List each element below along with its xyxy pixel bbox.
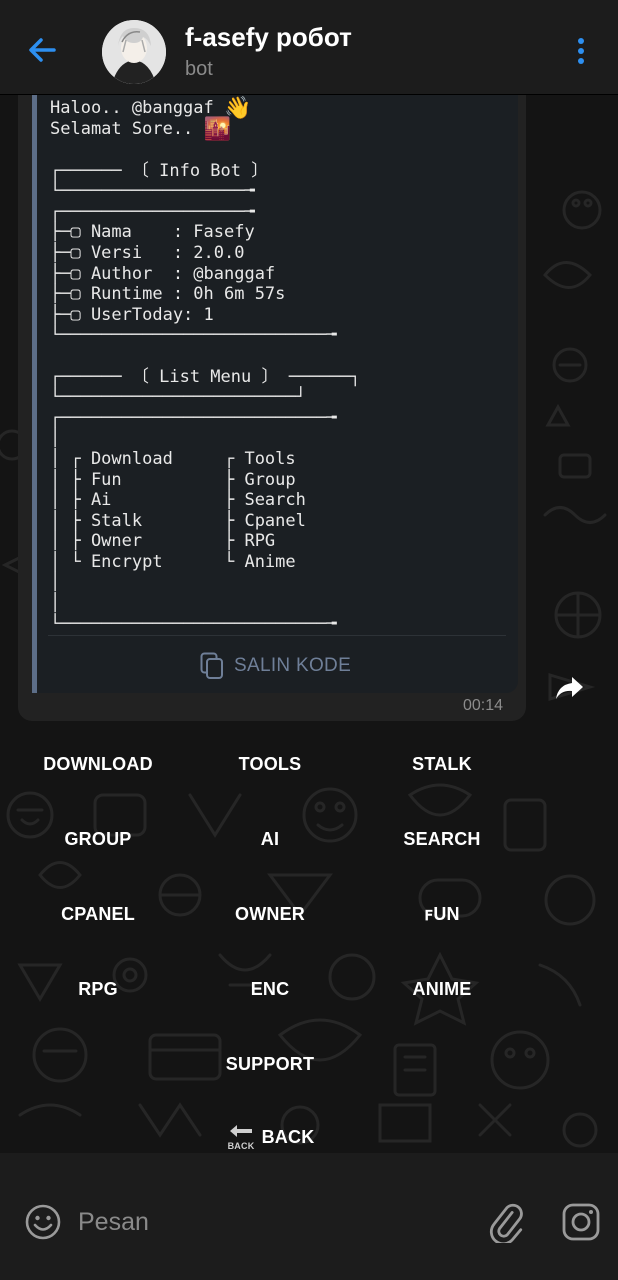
code-line-text: │ (50, 593, 61, 614)
code-line-text: Haloo.. @banggaf (50, 98, 224, 118)
kb-ai-button[interactable]: AI (170, 816, 370, 862)
kb-cpanel-button[interactable]: CPANEL (0, 891, 198, 937)
chat-subtitle: bot (185, 58, 213, 80)
code-line-text: ├─▢ UserToday: 1 (50, 304, 214, 325)
code-line (50, 346, 360, 367)
code-line: │ (50, 428, 360, 449)
code-line: │ (50, 572, 360, 593)
code-line: ├─▢ Versi : 2.0.0 (50, 243, 360, 264)
waving-hand-emoji: 👋 (224, 96, 252, 121)
code-line-text: └──────────────────╼ (50, 181, 255, 202)
kb-enc-button[interactable]: ENC (170, 966, 370, 1012)
copy-divider (48, 635, 506, 636)
bot-avatar[interactable] (102, 20, 166, 84)
more-vert-icon (578, 38, 584, 64)
instagram-camera-icon (562, 1203, 600, 1241)
code-line: │ (50, 593, 360, 614)
code-line-text: └───────────────────────┘ (50, 387, 306, 408)
code-line-text: ├─▢ Nama : Fasefy (50, 222, 255, 243)
message-time: 00:14 (463, 697, 504, 714)
kb-support-button[interactable]: SUPPORT (170, 1041, 370, 1087)
code-line-text: │ ┌ Download ┌ Tools (50, 448, 296, 469)
kb-tools-button[interactable]: TOOLS (170, 741, 370, 787)
code-line: ┌──────────────────╼ (50, 202, 360, 223)
kb-group-button[interactable]: GROUP (0, 816, 198, 862)
message-input[interactable] (78, 1201, 458, 1243)
code-line-text: │ ├ Owner ├ RPG (50, 531, 276, 552)
sunset-emoji: 🌇 (203, 117, 231, 142)
smiley-icon (25, 1204, 61, 1240)
copy-code-label: SALIN KODE (234, 655, 352, 676)
code-line: ├─▢ Runtime : 0h 6m 57s (50, 284, 360, 305)
copy-code-button[interactable]: SALIN KODE (200, 648, 351, 684)
attach-button[interactable] (486, 1201, 526, 1246)
code-line: │ ├ Fun ├ Group (50, 470, 360, 491)
code-line: └──────────────────────────╼ (50, 325, 360, 346)
forward-icon (556, 677, 583, 699)
code-line-text: ┌────── 〔 Info Bot 〕 (50, 160, 269, 181)
code-line: Selamat Sore.. 🌇 (50, 117, 360, 142)
code-line-text: └──────────────────────────╼ (50, 613, 337, 634)
message-input-bar (0, 1153, 618, 1280)
more-options-button[interactable] (566, 30, 596, 74)
back-emoji-icon: BACK (227, 1125, 254, 1151)
code-line-text: Selamat Sore.. (50, 119, 204, 139)
kb-search-button[interactable]: SEARCH (342, 816, 542, 862)
code-line: │ └ Encrypt └ Anime (50, 552, 360, 573)
code-line-text: │ (50, 428, 61, 449)
paperclip-icon (489, 1203, 523, 1246)
code-line: ├─▢ UserToday: 1 (50, 305, 360, 326)
code-line-text: │ (50, 572, 61, 593)
code-line: └──────────────────╼ (50, 181, 360, 202)
chat-header: f-asefy робот bot (0, 0, 618, 95)
code-text: Haloo.. @banggaf 👋 Selamat Sore.. 🌇 ┌────… (50, 98, 360, 634)
code-line: └───────────────────────┘ (50, 387, 360, 408)
kb-anime-button[interactable]: ANIME (342, 966, 542, 1012)
code-line: ┌──────────────────────────╼ (50, 408, 360, 429)
chat-title[interactable]: f-asefy робот (185, 22, 352, 53)
telegram-chat-screen: f-asefy робот bot Haloo.. @banggaf 👋 Sela… (0, 0, 618, 1280)
code-line (50, 140, 360, 161)
camera-button[interactable] (560, 1201, 602, 1243)
code-line: │ ├ Ai ├ Search (50, 490, 360, 511)
code-line-text: │ ├ Ai ├ Search (50, 490, 306, 511)
back-button[interactable] (20, 28, 64, 72)
avatar-image (102, 20, 166, 84)
back-emoji-text: BACK (227, 1141, 254, 1151)
code-line: ├─▢ Author : @banggaf (50, 264, 360, 285)
kb-fun-button[interactable]: ꜰUN (342, 891, 542, 937)
code-line: │ ┌ Download ┌ Tools (50, 449, 360, 470)
code-line-text: ├─▢ Versi : 2.0.0 (50, 242, 245, 263)
code-line-text: ┌──────────────────╼ (50, 201, 255, 222)
code-line-text: ├─▢ Author : @banggaf (50, 263, 276, 284)
code-line-text: │ ├ Fun ├ Group (50, 469, 296, 490)
code-line: ├─▢ Nama : Fasefy (50, 222, 360, 243)
code-line-text: │ └ Encrypt └ Anime (50, 551, 296, 572)
kb-download-button[interactable]: DOWNLOAD (0, 741, 198, 787)
code-line: │ ├ Stalk ├ Cpanel (50, 511, 360, 532)
kb-owner-button[interactable]: OWNER (170, 891, 370, 937)
code-line-text: ├─▢ Runtime : 0h 6m 57s (50, 284, 286, 305)
code-line-text: └──────────────────────────╼ (50, 325, 337, 346)
arrow-left-icon (29, 38, 56, 62)
kb-stalk-button[interactable]: STALK (342, 741, 542, 787)
forward-button[interactable] (552, 673, 586, 703)
code-line: ┌────── 〔 List Menu 〕 ──────┐ (50, 367, 360, 388)
code-line: Haloo.. @banggaf 👋 (50, 96, 360, 121)
code-line: │ ├ Owner ├ RPG (50, 531, 360, 552)
code-line-text: ┌──────────────────────────╼ (50, 407, 337, 428)
code-line: ┌────── 〔 Info Bot 〕 (50, 161, 360, 182)
code-line-text: │ ├ Stalk ├ Cpanel (50, 510, 306, 531)
code-line: └──────────────────────────╼ (50, 614, 360, 635)
copy-icon (200, 652, 223, 679)
emoji-button[interactable] (24, 1203, 62, 1241)
code-line-text: ┌────── 〔 List Menu 〕 ──────┐ (50, 366, 361, 387)
kb-rpg-button[interactable]: RPG (0, 966, 198, 1012)
